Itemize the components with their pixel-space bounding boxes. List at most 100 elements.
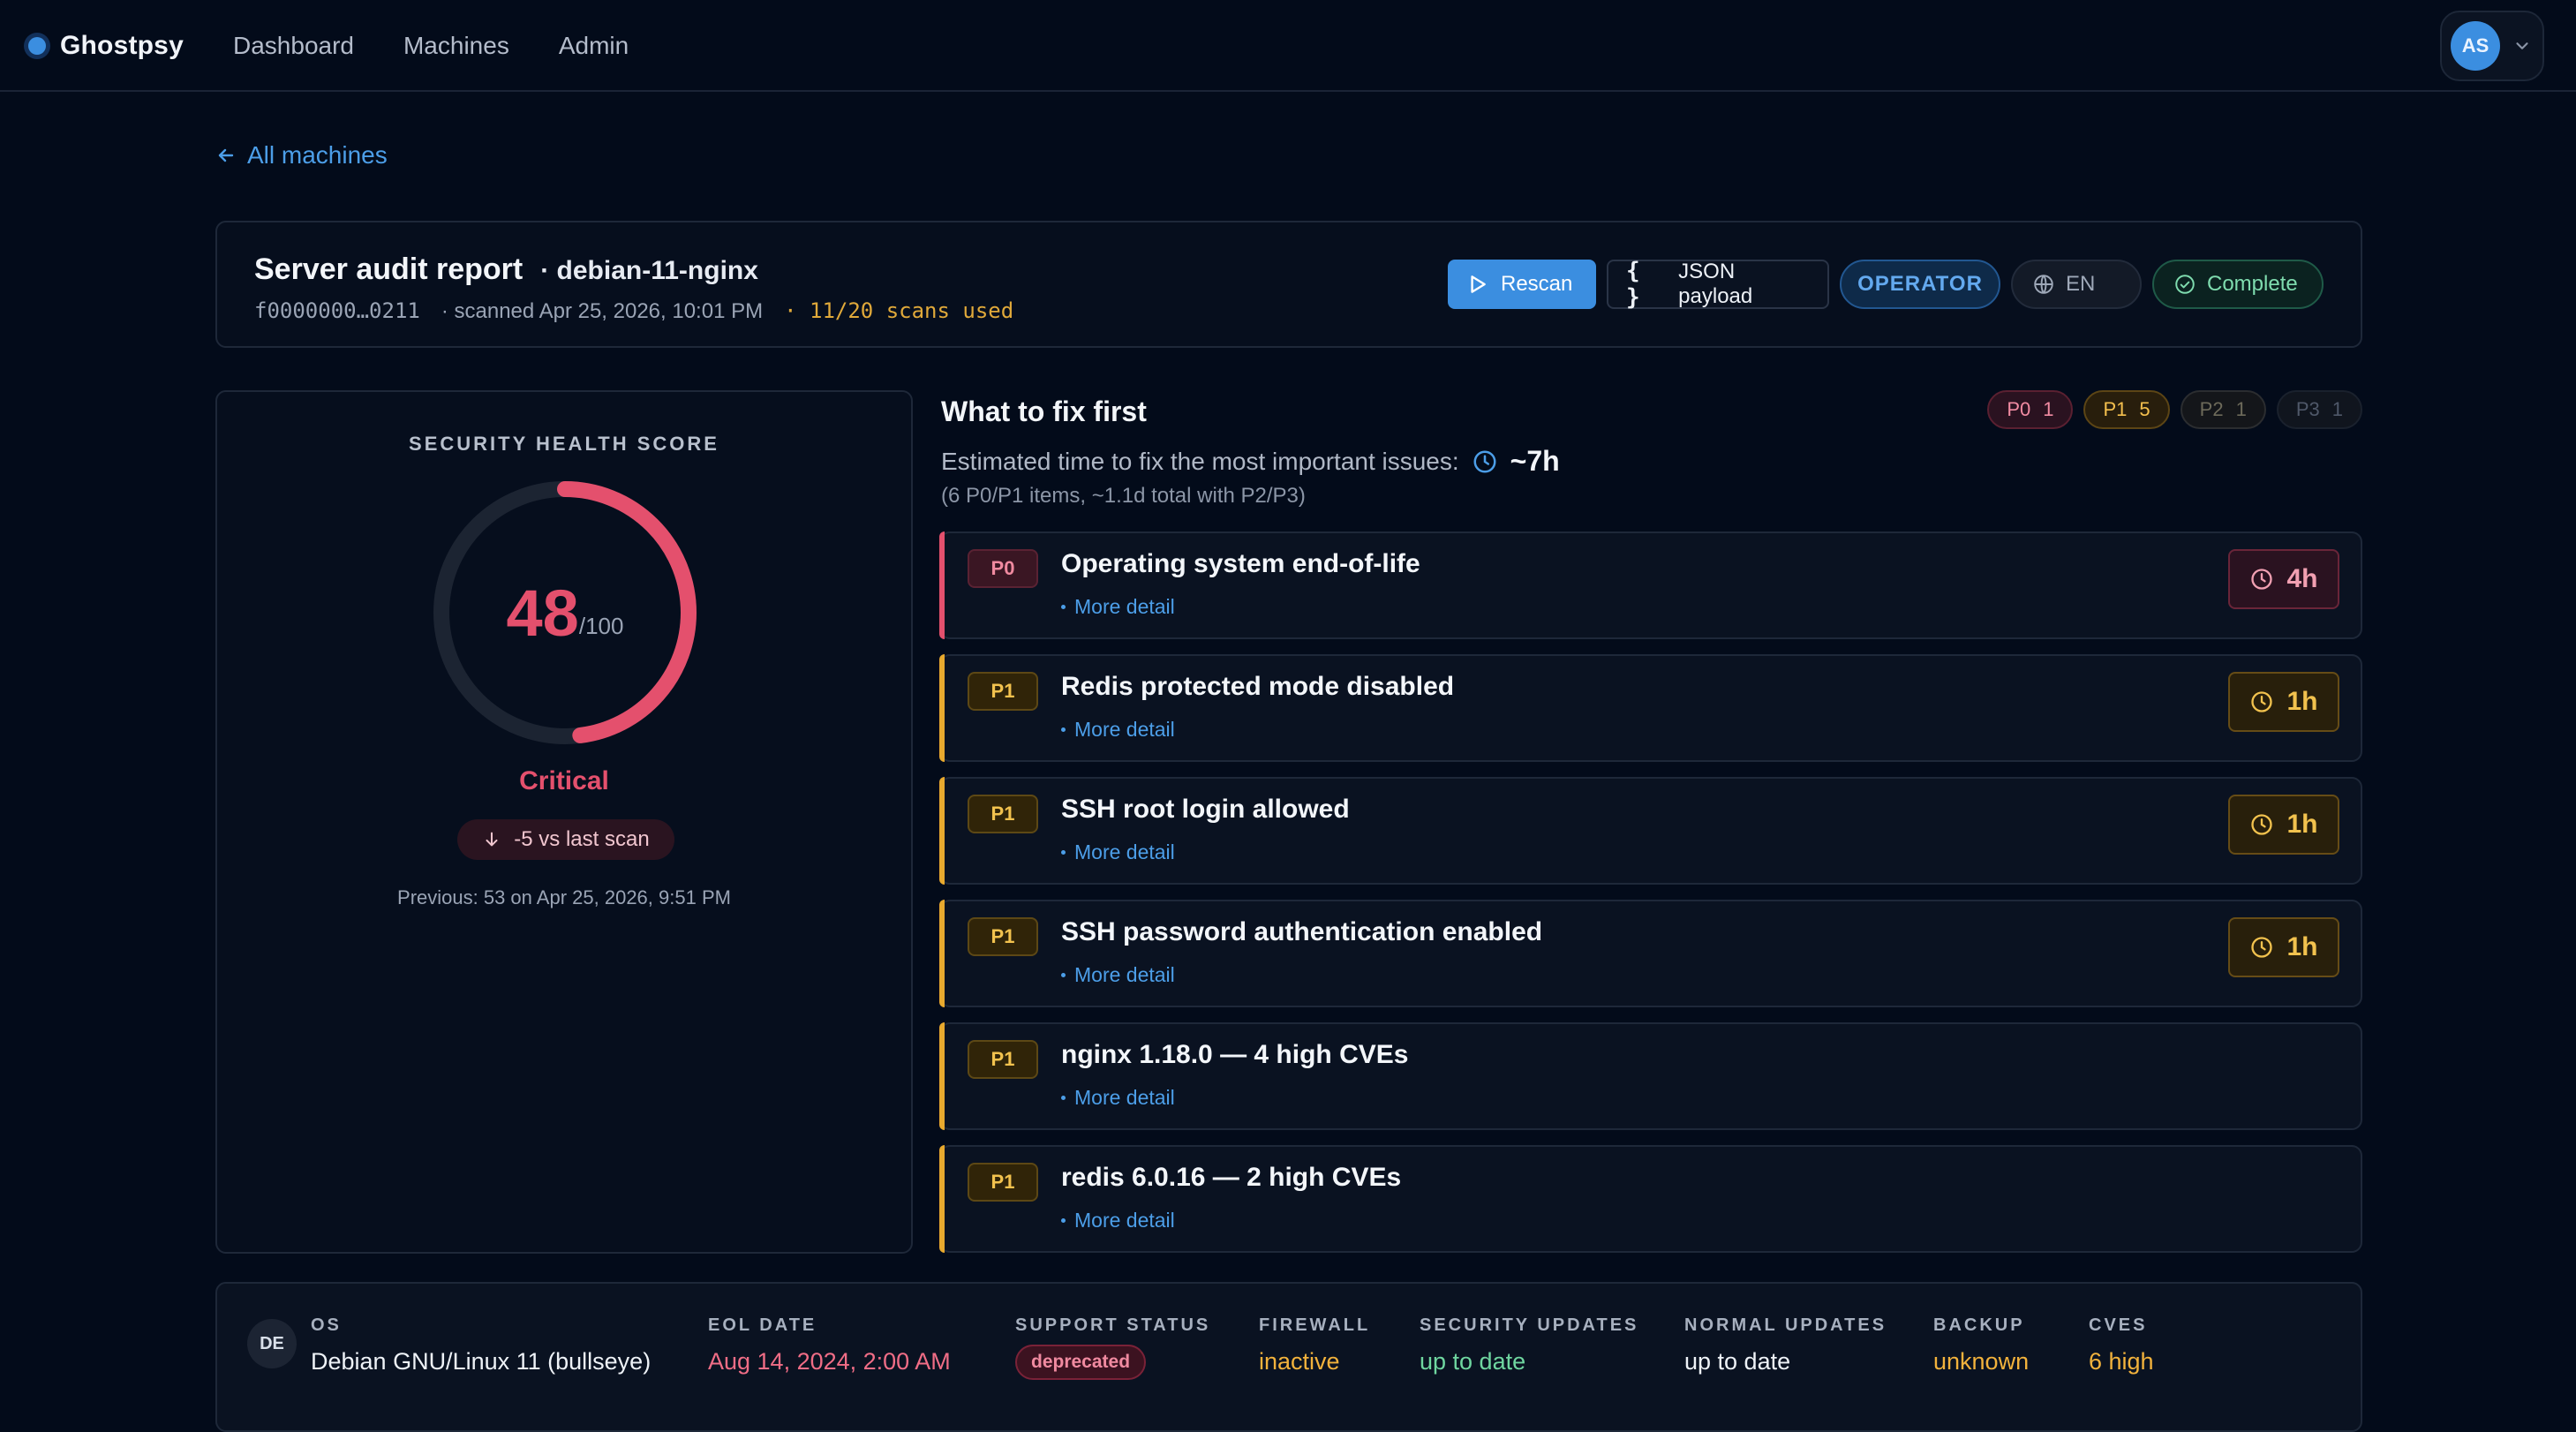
- priority-count-p2[interactable]: P2 1: [2180, 390, 2266, 429]
- more-detail-link[interactable]: More detail: [1061, 1086, 1175, 1110]
- more-detail-link[interactable]: More detail: [1061, 1209, 1175, 1232]
- fix-first-title: What to fix first: [941, 396, 1147, 427]
- rescan-label: Rescan: [1501, 272, 1573, 296]
- chevron-down-icon: [2516, 42, 2528, 49]
- issue-card[interactable]: P1 Redis protected mode disabled More de…: [939, 654, 2362, 762]
- issue-title: nginx 1.18.0 — 4 high CVEs: [1061, 1040, 1409, 1069]
- priority-count-p0[interactable]: P0 1: [1987, 390, 2074, 429]
- priority-label: P3: [2295, 398, 2320, 420]
- status-label: Complete: [2207, 272, 2298, 296]
- clock-icon: [2251, 569, 2273, 590]
- scan-quota: · 11/20 scans used: [784, 298, 1014, 323]
- priority-tag: P0: [968, 549, 1038, 588]
- priority-count-p3[interactable]: P3 1: [2276, 390, 2362, 429]
- bullet-icon: [1061, 850, 1066, 855]
- issue-title: Redis protected mode disabled: [1061, 672, 1455, 701]
- more-detail-link[interactable]: More detail: [1061, 840, 1175, 864]
- fact-label: OS: [311, 1315, 342, 1335]
- priority-count: 1: [2235, 398, 2247, 420]
- fix-estimate: Estimated time to fix the most important…: [941, 445, 1560, 478]
- fact-eol-date: EOL DATE Aug 14, 2024, 2:00 AM: [708, 1315, 951, 1375]
- priority-tag: P1: [968, 917, 1038, 956]
- fact-label: FIREWALL: [1259, 1315, 1371, 1335]
- brand-logo-icon: [28, 37, 46, 55]
- score-label: SECURITY HEALTH SCORE: [409, 433, 719, 455]
- machine-id: f0000000…0211: [254, 298, 420, 323]
- report-header: Server audit report · debian-11-nginx f0…: [215, 221, 2362, 348]
- user-menu[interactable]: AS: [2440, 11, 2544, 81]
- time-estimate: 1h: [2286, 932, 2318, 961]
- more-detail-label: More detail: [1074, 718, 1175, 741]
- bullet-icon: [1061, 1096, 1066, 1100]
- system-facts-bar: DE OS Debian GNU/Linux 11 (bullseye) EOL…: [215, 1282, 2362, 1432]
- priority-tag: P1: [968, 1040, 1038, 1079]
- braces-icon: { }: [1626, 258, 1640, 311]
- arrow-down-icon: [486, 832, 498, 847]
- clock-icon: [2251, 691, 2273, 712]
- nav-admin[interactable]: Admin: [559, 32, 629, 60]
- language-selector[interactable]: EN: [2011, 260, 2142, 309]
- os-badge: DE: [247, 1319, 297, 1368]
- priority-count-p1[interactable]: P1 5: [2083, 390, 2170, 429]
- header-actions: Rescan { } JSON payload OPERATOR EN Comp…: [1448, 258, 2324, 311]
- fact-label: SECURITY UPDATES: [1420, 1315, 1639, 1335]
- fact-value: up to date: [1684, 1348, 1791, 1375]
- issue-title: SSH password authentication enabled: [1061, 917, 1543, 946]
- more-detail-link[interactable]: More detail: [1061, 963, 1175, 987]
- nav-machines[interactable]: Machines: [403, 32, 509, 60]
- report-meta: f0000000…0211 · scanned Apr 25, 2026, 10…: [254, 298, 1013, 324]
- scan-timestamp: · scanned Apr 25, 2026, 10:01 PM: [441, 299, 764, 323]
- fact-cves: CVES 6 high: [2089, 1315, 2154, 1375]
- score-value: 48 /100: [429, 477, 701, 749]
- more-detail-link[interactable]: More detail: [1061, 718, 1175, 742]
- fact-backup: BACKUP unknown: [1933, 1315, 2029, 1375]
- time-estimate-badge: 1h: [2228, 795, 2339, 855]
- issue-card[interactable]: P1 redis 6.0.16 — 2 high CVEs More detai…: [939, 1145, 2362, 1253]
- machine-name: · debian-11-nginx: [540, 256, 758, 285]
- nav-dashboard[interactable]: Dashboard: [233, 32, 354, 60]
- arrow-left-icon: [218, 148, 234, 162]
- json-payload-button[interactable]: { } JSON payload: [1607, 258, 1829, 311]
- report-title: Server audit report: [254, 252, 523, 286]
- time-estimate: 1h: [2286, 687, 2318, 716]
- fact-normal-updates: NORMAL UPDATES up to date: [1684, 1315, 1887, 1375]
- score-status: Critical: [519, 766, 609, 795]
- time-estimate-badge: 1h: [2228, 917, 2339, 977]
- rescan-button[interactable]: Rescan: [1448, 260, 1596, 309]
- issue-title: SSH root login allowed: [1061, 795, 1350, 824]
- more-detail-link[interactable]: More detail: [1061, 595, 1175, 619]
- bullet-icon: [1061, 727, 1066, 732]
- top-nav-bar: Ghostpsy Dashboard Machines Admin AS: [0, 0, 2576, 92]
- priority-count: 5: [2139, 398, 2150, 420]
- brand[interactable]: Ghostpsy: [28, 0, 184, 92]
- avatar: AS: [2451, 21, 2500, 71]
- issue-card[interactable]: P1 SSH password authentication enabled M…: [939, 900, 2362, 1007]
- brand-name: Ghostpsy: [60, 31, 184, 60]
- priority-count: 1: [2331, 398, 2343, 420]
- bullet-icon: [1061, 973, 1066, 977]
- more-detail-label: More detail: [1074, 1086, 1175, 1109]
- fact-value: 6 high: [2089, 1348, 2154, 1375]
- fact-os: OS Debian GNU/Linux 11 (bullseye): [311, 1315, 651, 1375]
- fix-estimate-value: ~7h: [1510, 445, 1560, 477]
- more-detail-label: More detail: [1074, 1209, 1175, 1232]
- time-estimate: 1h: [2286, 810, 2318, 839]
- bullet-icon: [1061, 1218, 1066, 1223]
- issue-card[interactable]: P1 nginx 1.18.0 — 4 high CVEs More detai…: [939, 1022, 2362, 1130]
- play-icon: [1471, 275, 1486, 293]
- page-title: Server audit report · debian-11-nginx: [254, 252, 758, 287]
- fact-label: BACKUP: [1933, 1315, 2025, 1335]
- status-badge: Complete: [2152, 260, 2324, 309]
- issue-title: Operating system end-of-life: [1061, 549, 1420, 578]
- bullet-icon: [1061, 605, 1066, 609]
- priority-tag: P1: [968, 1163, 1038, 1202]
- issue-card[interactable]: P1 SSH root login allowed More detail 1h: [939, 777, 2362, 885]
- priority-label: P0: [2007, 398, 2031, 420]
- fact-support-status: SUPPORT STATUS deprecated: [1015, 1315, 1210, 1380]
- fact-label: EOL DATE: [708, 1315, 817, 1335]
- security-score-card: SECURITY HEALTH SCORE 48 /100 Critical -…: [215, 390, 913, 1254]
- fact-value: inactive: [1259, 1348, 1340, 1375]
- back-to-machines-link[interactable]: All machines: [215, 141, 388, 170]
- fact-firewall: FIREWALL inactive: [1259, 1315, 1370, 1375]
- issue-card[interactable]: P0 Operating system end-of-life More det…: [939, 531, 2362, 639]
